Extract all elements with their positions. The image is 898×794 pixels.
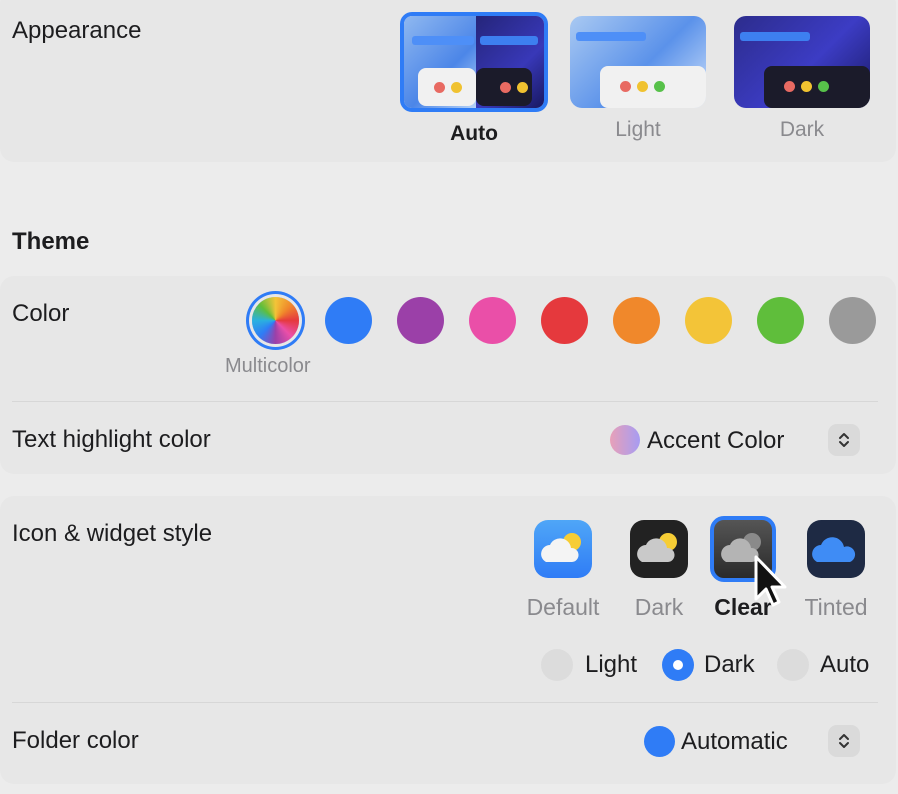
appearance-auto-thumbnail <box>400 12 548 112</box>
folder-color-swatch <box>644 726 675 757</box>
weather-cloud-sun-icon <box>541 533 581 562</box>
icon-default-tile <box>534 520 592 578</box>
swatch-orange[interactable] <box>613 297 660 344</box>
appearance-dark-thumbnail <box>734 16 870 108</box>
mode-radio-dark[interactable] <box>662 649 694 681</box>
swatch-blue[interactable] <box>325 297 372 344</box>
appearance-option-auto[interactable]: Auto <box>400 12 548 146</box>
mode-radio-light[interactable] <box>541 649 573 681</box>
folder-color-value: Automatic <box>681 728 788 755</box>
selected-color-caption: Multicolor <box>225 355 311 377</box>
icon-default-caption: Default <box>526 594 600 620</box>
folder-color-label: Folder color <box>12 727 139 754</box>
chevron-updown-icon <box>839 433 849 447</box>
swatch-yellow[interactable] <box>685 297 732 344</box>
appearance-light-thumbnail <box>570 16 706 108</box>
appearance-auto-caption: Auto <box>450 122 498 145</box>
folder-color-popup[interactable]: Automatic <box>644 723 864 759</box>
color-label: Color <box>12 300 70 327</box>
weather-cloud-sun-icon <box>637 533 677 562</box>
highlight-color-popup[interactable]: Accent Color <box>610 422 864 458</box>
weather-cloud-icon <box>812 537 856 562</box>
swatch-pink[interactable] <box>469 297 516 344</box>
swatch-multicolor[interactable] <box>252 297 299 344</box>
icon-style-default[interactable]: Default <box>518 520 608 621</box>
mode-radio-auto[interactable] <box>777 649 809 681</box>
swatch-red[interactable] <box>541 297 588 344</box>
highlight-color-value: Accent Color <box>647 427 785 454</box>
swatch-green[interactable] <box>757 297 804 344</box>
appearance-light-caption: Light <box>615 118 661 141</box>
icon-style-tinted[interactable]: Tinted <box>791 520 881 621</box>
icon-dark-tile <box>630 520 688 578</box>
appearance-card: Appearance Auto Light Dark <box>0 0 896 162</box>
mode-label-dark: Dark <box>704 651 755 678</box>
highlight-color-stepper[interactable] <box>828 424 860 456</box>
highlight-color-label: Text highlight color <box>12 426 211 453</box>
appearance-dark-caption: Dark <box>779 118 825 141</box>
icon-widget-label: Icon & widget style <box>12 520 213 547</box>
icon-tinted-caption: Tinted <box>804 594 868 620</box>
theme-divider <box>12 401 878 402</box>
theme-heading: Theme <box>12 228 90 255</box>
icon-widget-divider <box>12 702 878 703</box>
icon-tinted-tile <box>807 520 865 578</box>
highlight-color-swatch <box>610 425 640 455</box>
appearance-option-dark[interactable]: Dark <box>728 16 876 142</box>
appearance-option-light[interactable]: Light <box>564 16 712 142</box>
appearance-label: Appearance <box>12 17 142 44</box>
icon-dark-caption: Dark <box>634 594 684 620</box>
swatch-graphite[interactable] <box>829 297 876 344</box>
swatch-purple[interactable] <box>397 297 444 344</box>
chevron-updown-icon <box>839 734 849 748</box>
icon-style-dark[interactable]: Dark <box>614 520 704 621</box>
mode-label-auto: Auto <box>820 651 870 678</box>
mouse-cursor-icon <box>754 555 787 607</box>
mode-label-light: Light <box>585 651 638 678</box>
folder-color-stepper[interactable] <box>828 725 860 757</box>
